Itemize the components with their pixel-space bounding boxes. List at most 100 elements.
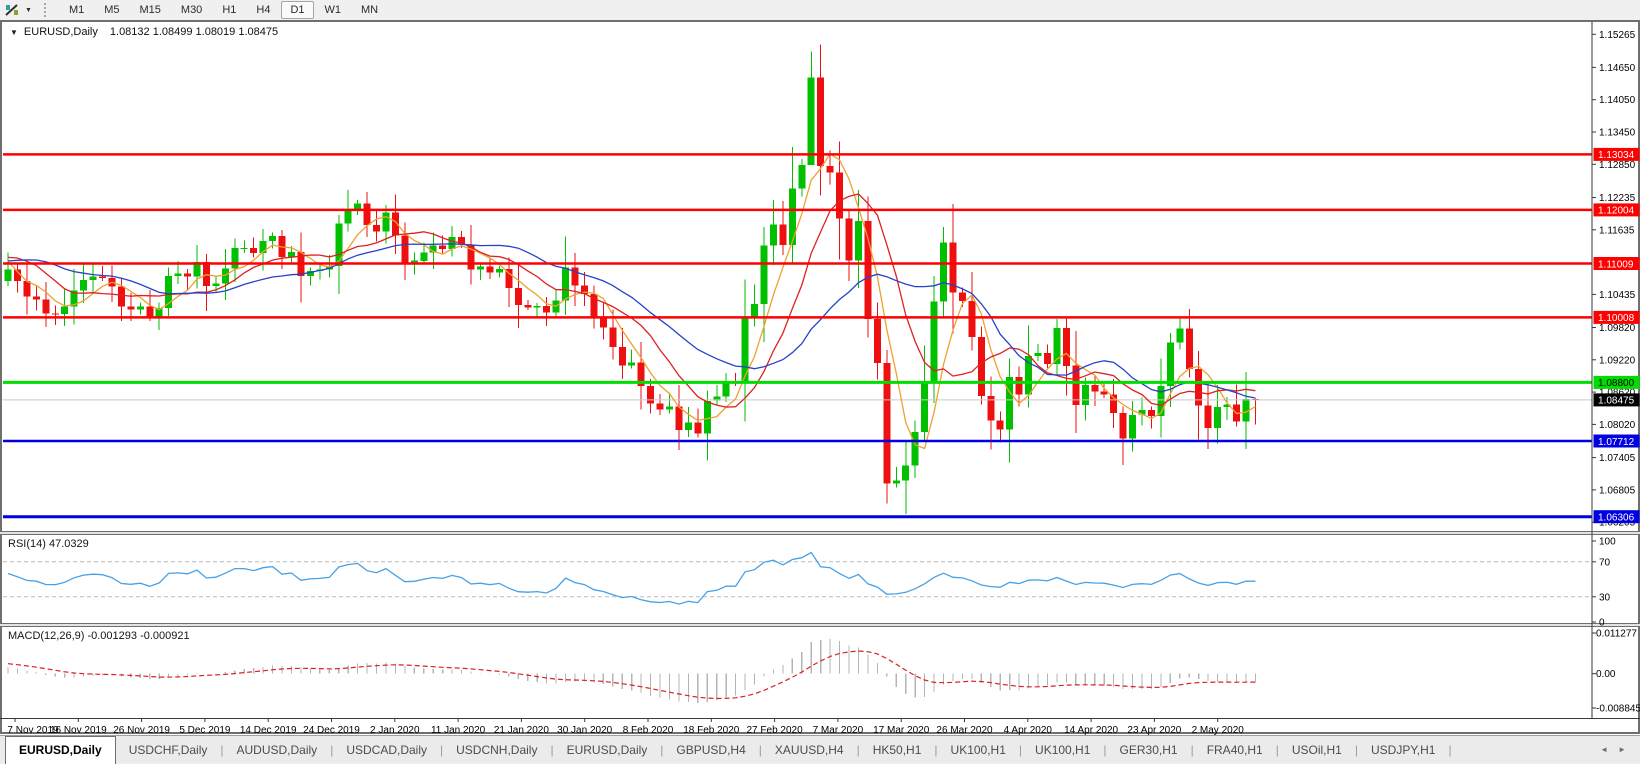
price-tick-label: 1.14650 xyxy=(1599,63,1636,74)
timeframe-button-W1[interactable]: W1 xyxy=(316,1,351,19)
timeframe-button-M30[interactable]: M30 xyxy=(172,1,211,19)
collapse-arrow-icon[interactable]: ▼ xyxy=(10,28,18,37)
horizontal-level-lines[interactable] xyxy=(3,154,1592,516)
date-label: 8 Feb 2020 xyxy=(623,725,674,735)
candlestick-chart-icon xyxy=(4,3,20,17)
price-tick-label: 1.09220 xyxy=(1599,355,1636,366)
price-badge-1.10008: 1.10008 xyxy=(1594,311,1640,324)
tabs-scroll-right-icon[interactable]: ► xyxy=(1618,745,1626,754)
svg-text:1.06306: 1.06306 xyxy=(1598,513,1635,524)
price-tick-label: 1.08020 xyxy=(1599,420,1636,431)
tab-USDCHF-Daily[interactable]: USDCHF,Daily xyxy=(116,736,221,763)
rsi-axis-label: 0 xyxy=(1599,618,1605,629)
timeframe-button-D1[interactable]: D1 xyxy=(281,1,313,19)
date-label: 24 Dec 2019 xyxy=(303,725,360,735)
date-label: 23 Apr 2020 xyxy=(1127,725,1181,735)
macd-panel xyxy=(8,639,1255,703)
tab-EURUSD-Daily[interactable]: EURUSD,Daily xyxy=(554,736,661,763)
date-label: 26 Mar 2020 xyxy=(936,725,993,735)
chevron-down-icon: ▼ xyxy=(25,7,32,14)
svg-text:1.07712: 1.07712 xyxy=(1598,437,1635,448)
tab-UK100-H1[interactable]: UK100,H1 xyxy=(938,736,1019,763)
tab-USOil-H1[interactable]: USOil,H1 xyxy=(1279,736,1355,763)
svg-text:1.12004: 1.12004 xyxy=(1598,206,1635,217)
ma-line-SMA5 xyxy=(8,154,1255,449)
panel-separator-2[interactable] xyxy=(0,623,1640,627)
tab-XAUUSD-H4[interactable]: XAUUSD,H4 xyxy=(762,736,857,763)
price-axis[interactable]: 1.152651.146501.140501.134501.128501.122… xyxy=(1592,22,1640,718)
macd-axis-label: 0.011277 xyxy=(1596,629,1637,640)
ma-line-SMA10 xyxy=(8,194,1255,407)
chart-tools-button[interactable]: ▼ xyxy=(4,3,32,17)
timeframe-button-H4[interactable]: H4 xyxy=(247,1,279,19)
price-tick-label: 1.14050 xyxy=(1599,95,1636,106)
svg-text:1.11009: 1.11009 xyxy=(1598,259,1634,270)
tabs-scroll-left-icon[interactable]: ◄ xyxy=(1600,745,1608,754)
price-tick-label: 1.11635 xyxy=(1599,225,1635,236)
rsi-panel xyxy=(3,553,1592,605)
date-label: 14 Dec 2019 xyxy=(240,725,297,735)
date-label: 11 Jan 2020 xyxy=(431,725,486,735)
date-label: 5 Dec 2019 xyxy=(179,725,231,735)
tab-GER30-H1[interactable]: GER30,H1 xyxy=(1107,736,1191,763)
timeframe-button-M1[interactable]: M1 xyxy=(60,1,93,19)
date-label: 4 Apr 2020 xyxy=(1004,725,1053,735)
date-label: 21 Jan 2020 xyxy=(494,725,549,735)
date-label: 17 Mar 2020 xyxy=(873,725,930,735)
chart-tabs: EURUSD,DailyUSDCHF,Daily|AUDUSD,Daily|US… xyxy=(0,736,1452,763)
tab-scroll-arrows: ◄ ► xyxy=(1600,736,1626,763)
tab-EURUSD-Daily[interactable]: EURUSD,Daily xyxy=(5,736,116,764)
tab-GBPUSD-H4[interactable]: GBPUSD,H4 xyxy=(663,736,758,763)
current-price-badge: 1.08475 xyxy=(1594,393,1640,406)
date-label: 14 Apr 2020 xyxy=(1064,725,1118,735)
svg-text:1.08800: 1.08800 xyxy=(1598,378,1635,389)
date-label: 26 Nov 2019 xyxy=(113,725,170,735)
toolbar-grip[interactable] xyxy=(44,3,52,17)
rsi-axis-label: 100 xyxy=(1599,537,1616,548)
price-badge-1.07712: 1.07712 xyxy=(1594,435,1640,448)
macd-axis-label: -0.008845 xyxy=(1596,704,1640,715)
panel-separator-1[interactable] xyxy=(0,531,1640,535)
macd-header: MACD(12,26,9) -0.001293 -0.000921 xyxy=(8,630,190,642)
chart-title: ▼EURUSD,Daily1.08132 1.08499 1.08019 1.0… xyxy=(10,26,278,38)
tab-separator: | xyxy=(1448,743,1451,757)
date-label: 2 Jan 2020 xyxy=(370,725,420,735)
top-toolbar: ▼ M1M5M15M30H1H4D1W1MN xyxy=(0,0,1640,21)
timeframe-button-MN[interactable]: MN xyxy=(352,1,387,19)
price-badge-1.12004: 1.12004 xyxy=(1594,203,1640,216)
price-badge-1.08800: 1.08800 xyxy=(1594,376,1640,389)
date-label: 16 Nov 2019 xyxy=(50,725,107,735)
date-label: 2 May 2020 xyxy=(1192,725,1245,735)
price-tick-label: 1.06805 xyxy=(1599,485,1636,496)
date-label: 18 Feb 2020 xyxy=(683,725,740,735)
rsi-axis-label: 30 xyxy=(1599,592,1611,603)
tab-FRA40-H1[interactable]: FRA40,H1 xyxy=(1194,736,1276,763)
svg-text:1.08475: 1.08475 xyxy=(1598,396,1635,407)
tab-HK50-H1[interactable]: HK50,H1 xyxy=(860,736,935,763)
price-tick-label: 1.07405 xyxy=(1599,453,1636,464)
tab-USDJPY-H1[interactable]: USDJPY,H1 xyxy=(1358,736,1448,763)
date-label: 30 Jan 2020 xyxy=(557,725,612,735)
date-label: 27 Feb 2020 xyxy=(747,725,804,735)
timeframe-button-M15[interactable]: M15 xyxy=(131,1,170,19)
price-badge-1.13034: 1.13034 xyxy=(1594,148,1640,161)
chart-ohlc-values: 1.08132 1.08499 1.08019 1.08475 xyxy=(110,26,278,38)
date-label: 7 Mar 2020 xyxy=(813,725,864,735)
tab-USDCAD-Daily[interactable]: USDCAD,Daily xyxy=(333,736,440,763)
tab-AUDUSD-Daily[interactable]: AUDUSD,Daily xyxy=(224,736,331,763)
timeframe-button-M5[interactable]: M5 xyxy=(95,1,128,19)
timeframe-button-H1[interactable]: H1 xyxy=(213,1,245,19)
price-badge-1.06306: 1.06306 xyxy=(1594,510,1640,523)
svg-text:1.13034: 1.13034 xyxy=(1598,150,1635,161)
tab-UK100-H1[interactable]: UK100,H1 xyxy=(1022,736,1103,763)
price-tick-label: 1.10435 xyxy=(1599,290,1636,301)
price-tick-label: 1.12850 xyxy=(1599,160,1636,171)
price-tick-label: 1.15265 xyxy=(1599,30,1636,41)
rsi-header: RSI(14) 47.0329 xyxy=(8,538,89,550)
timeframe-toolbar: M1M5M15M30H1H4D1W1MN xyxy=(60,1,387,19)
candles-series xyxy=(5,45,1259,514)
chart-canvas[interactable]: 1.152651.146501.140501.134501.128501.122… xyxy=(0,20,1640,735)
svg-text:1.10008: 1.10008 xyxy=(1598,313,1635,324)
tab-USDCNH-Daily[interactable]: USDCNH,Daily xyxy=(443,736,550,763)
macd-axis-label: 0.00 xyxy=(1596,669,1616,680)
